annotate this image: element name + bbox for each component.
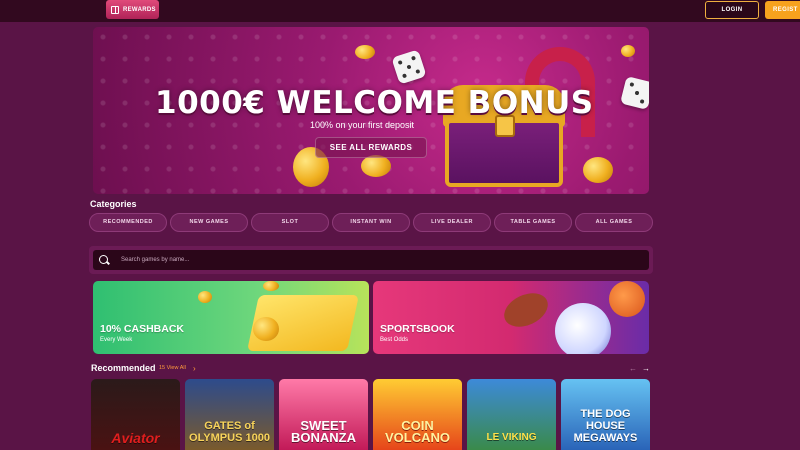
game-card-sweet-bonanza[interactable]: SWEET BONANZA [279, 379, 368, 450]
coin-icon [361, 155, 391, 177]
tab-live-dealer[interactable]: LIVE DEALER [413, 213, 491, 232]
game-card-dog-house-megaways[interactable]: THE DOG HOUSE MEGAWAYS [561, 379, 650, 450]
coin-icon [583, 157, 613, 183]
register-button[interactable]: REGIST [765, 1, 800, 19]
top-bar: REWARDS LOGIN REGIST [0, 0, 800, 22]
tab-all-games[interactable]: ALL GAMES [575, 213, 653, 232]
sportsbook-promo-card[interactable]: SPORTSBOOK Best Odds [373, 281, 649, 354]
treasure-chest-image [443, 47, 595, 192]
coin-icon [355, 45, 375, 59]
game-title: GATES of OLYMPUS 1000 [189, 420, 270, 444]
categories-title: Categories [90, 199, 137, 209]
cashback-promo-card[interactable]: 10% CASHBACK Every Week [93, 281, 369, 354]
tab-slot[interactable]: SLOT [251, 213, 329, 232]
coin-icon [263, 281, 279, 291]
see-all-rewards-button[interactable]: SEE ALL REWARDS [315, 137, 427, 158]
search-container: Search games by name... [89, 246, 653, 274]
coin-icon [253, 317, 279, 341]
view-all-link[interactable]: 15 View All [159, 365, 186, 371]
coin-icon [621, 45, 635, 57]
promo-subtitle: Best Odds [380, 337, 409, 343]
tab-new-games[interactable]: NEW GAMES [170, 213, 248, 232]
recommended-title: Recommended [91, 363, 156, 373]
chevron-right-icon[interactable]: › [193, 364, 196, 373]
recommended-games-row: Aviator GATES of OLYMPUS 1000 SWEET BONA… [91, 379, 651, 450]
rewards-button[interactable]: REWARDS [106, 0, 159, 19]
scroll-right-arrow-icon[interactable]: → [642, 364, 650, 373]
promo-subtitle: Every Week [100, 337, 133, 343]
coin-icon [198, 291, 212, 303]
search-placeholder: Search games by name... [121, 257, 190, 263]
basketball-icon [609, 281, 645, 317]
search-icon [99, 255, 108, 264]
scroll-left-arrow-icon[interactable]: ← [629, 364, 637, 373]
category-tabs: RECOMMENDED NEW GAMES SLOT INSTANT WIN L… [89, 213, 653, 233]
game-title: Aviator [111, 430, 160, 446]
login-button[interactable]: LOGIN [705, 1, 759, 19]
game-card-gates-of-olympus[interactable]: GATES of OLYMPUS 1000 [185, 379, 274, 450]
game-title: LE VIKING [486, 432, 537, 443]
search-input[interactable]: Search games by name... [93, 250, 649, 270]
welcome-bonus-banner[interactable]: 1000€ WELCOME BONUS 100% on your first d… [93, 27, 649, 194]
banner-title: 1000€ WELCOME BONUS [155, 85, 594, 121]
game-title: COIN VOLCANO [385, 418, 450, 445]
banner-subtitle: 100% on your first deposit [310, 120, 415, 130]
game-title: SWEET BONANZA [291, 418, 356, 445]
game-card-aviator[interactable]: Aviator [91, 379, 180, 450]
promo-title: SPORTSBOOK [380, 323, 455, 335]
rewards-label: REWARDS [123, 6, 156, 13]
game-title: THE DOG HOUSE MEGAWAYS [573, 408, 638, 444]
promo-title: 10% CASHBACK [100, 323, 185, 335]
tab-instant-win[interactable]: INSTANT WIN [332, 213, 410, 232]
soccer-ball-icon [555, 303, 611, 354]
game-card-coin-volcano[interactable]: COIN VOLCANO [373, 379, 462, 450]
tab-table-games[interactable]: TABLE GAMES [494, 213, 572, 232]
football-icon [498, 286, 554, 334]
tab-recommended[interactable]: RECOMMENDED [89, 213, 167, 232]
gift-icon [111, 5, 119, 14]
game-card-le-viking[interactable]: LE VIKING [467, 379, 556, 450]
